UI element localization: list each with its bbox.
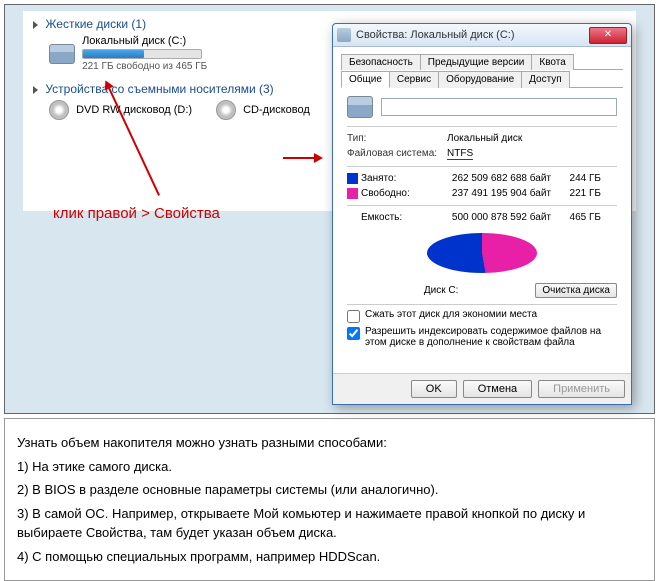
expand-arrow-icon (33, 86, 38, 94)
annotation-arrow-fs (283, 157, 321, 159)
drive-icon (337, 28, 351, 42)
used-gb: 244 ГБ (551, 173, 601, 184)
screenshot-panel: Жесткие диски (1) Локальный диск (C:) 22… (4, 4, 655, 414)
tab-service[interactable]: Сервис (389, 71, 439, 88)
hdd-icon (347, 96, 373, 118)
compress-label: Сжать этот диск для экономии места (365, 309, 537, 320)
tab-access[interactable]: Доступ (521, 71, 570, 88)
dvd-icon (49, 100, 69, 120)
tabs-row-2: Общие Сервис Оборудование Доступ (341, 70, 623, 88)
drive-cd[interactable]: CD-дисковод (216, 100, 310, 120)
disk-cleanup-button[interactable]: Очистка диска (535, 283, 617, 298)
disk-label: Диск C: (347, 285, 535, 296)
instructions-intro: Узнать объем накопителя можно узнать раз… (17, 433, 642, 453)
tab-hardware[interactable]: Оборудование (438, 71, 522, 88)
free-gb: 221 ГБ (551, 188, 601, 199)
apply-button[interactable]: Применить (538, 380, 625, 398)
tab-previous-versions[interactable]: Предыдущие версии (420, 54, 533, 70)
free-label: Свободно: (361, 188, 421, 199)
capacity-bar (82, 49, 202, 59)
tabs-row-1: Безопасность Предыдущие версии Квота (341, 53, 623, 70)
drive-name: Локальный диск (C:) (82, 35, 207, 47)
annotation-text: клик правой > Свойства (53, 205, 220, 222)
capacity-gb: 465 ГБ (551, 212, 601, 223)
hdd-icon (49, 44, 75, 64)
instructions-panel: Узнать объем накопителя можно узнать раз… (4, 418, 655, 581)
compress-checkbox-row[interactable]: Сжать этот диск для экономии места (347, 309, 617, 323)
capacity-bytes: 500 000 878 592 байт (421, 212, 551, 223)
type-value: Локальный диск (447, 133, 617, 144)
drive-name: DVD RW дисковод (D:) (76, 104, 192, 116)
used-bytes: 262 509 682 688 байт (421, 173, 551, 184)
capacity-label: Емкость: (361, 212, 421, 223)
compress-checkbox[interactable] (347, 310, 360, 323)
section-label: Устройства со съемными носителями (3) (45, 82, 273, 96)
ok-button[interactable]: OK (411, 380, 457, 398)
tab-security[interactable]: Безопасность (341, 54, 421, 70)
filesystem-label: Файловая система: (347, 148, 447, 160)
drive-name: CD-дисковод (243, 104, 310, 116)
dialog-title: Свойства: Локальный диск (C:) (356, 29, 589, 41)
tab-general[interactable]: Общие (341, 71, 390, 88)
dialog-titlebar[interactable]: Свойства: Локальный диск (C:) ✕ (333, 24, 631, 47)
instructions-item: 3) В самой ОС. Например, открываете Мой … (17, 504, 642, 543)
legend-free-icon (347, 188, 358, 199)
used-label: Занято: (361, 173, 421, 184)
section-label: Жесткие диски (1) (45, 17, 146, 31)
index-checkbox-row[interactable]: Разрешить индексировать содержимое файло… (347, 326, 617, 348)
filesystem-value: NTFS (447, 148, 473, 160)
tab-quota[interactable]: Квота (531, 54, 573, 70)
instructions-item: 2) В BIOS в разделе основные параметры с… (17, 480, 642, 500)
instructions-item: 4) С помощью специальных программ, напри… (17, 547, 642, 567)
index-checkbox[interactable] (347, 327, 360, 340)
index-label: Разрешить индексировать содержимое файло… (365, 326, 617, 348)
cancel-button[interactable]: Отмена (463, 380, 532, 398)
volume-label-input[interactable] (381, 98, 617, 116)
cd-icon (216, 100, 236, 120)
legend-used-icon (347, 173, 358, 184)
type-label: Тип: (347, 133, 447, 144)
instructions-item: 1) На этике самого диска. (17, 457, 642, 477)
free-bytes: 237 491 195 904 байт (421, 188, 551, 199)
properties-dialog: Свойства: Локальный диск (C:) ✕ Безопасн… (332, 23, 632, 405)
close-button[interactable]: ✕ (589, 27, 627, 44)
expand-arrow-icon (33, 21, 38, 29)
pie-chart (427, 233, 537, 281)
capacity-text: 221 ГБ свободно из 465 ГБ (82, 61, 207, 72)
